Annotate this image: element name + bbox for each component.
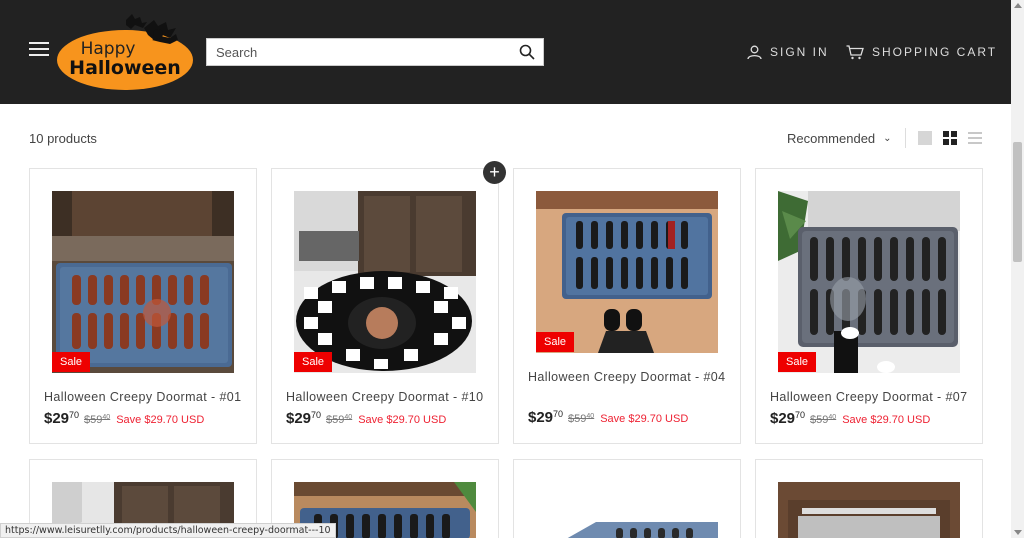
site-header: Happy Halloween SIGN IN SHOPPING CART: [0, 0, 1011, 104]
product-title[interactable]: Halloween Creepy Doormat - #04: [528, 368, 728, 386]
product-price: $2970: [286, 410, 322, 427]
save-amount: Save $29.70 USD: [358, 414, 447, 426]
product-card[interactable]: Sale Halloween Creepy Doormat - #04 $297…: [513, 168, 741, 444]
sale-badge: Sale: [536, 332, 575, 352]
product-price: $2970: [44, 410, 80, 427]
quick-add-button[interactable]: +: [483, 161, 506, 184]
product-image[interactable]: [294, 191, 476, 373]
price-row: $2970 $5940 Save $29.70 USD: [528, 409, 688, 426]
compare-at-price: $5940: [810, 414, 837, 426]
product-card[interactable]: Sale Halloween Creepy Doormat - #01 $297…: [29, 168, 257, 444]
scroll-thumb[interactable]: [1013, 142, 1022, 262]
sign-in-link[interactable]: SIGN IN: [747, 43, 829, 61]
sort-select[interactable]: Recommended ⌄: [787, 131, 892, 146]
link-status-bar: https://www.leisuretlly.com/products/hal…: [0, 523, 336, 538]
sort-value: Recommended: [787, 131, 876, 146]
product-price: $2970: [770, 410, 806, 427]
user-icon: [747, 45, 762, 59]
product-count: 10 products: [29, 131, 97, 146]
search-input[interactable]: [207, 39, 497, 65]
search-bar: [206, 38, 544, 66]
sale-badge: Sale: [778, 352, 817, 372]
price-row: $2970 $5940 Save $29.70 USD: [770, 410, 930, 427]
single-view-icon[interactable]: [918, 131, 932, 145]
product-image[interactable]: [778, 482, 960, 538]
product-title[interactable]: Halloween Creepy Doormat - #01: [44, 388, 244, 406]
scroll-down-arrow-icon[interactable]: [1014, 530, 1022, 535]
product-card[interactable]: [513, 459, 741, 538]
product-card[interactable]: Sale Halloween Creepy Doormat - #07 $297…: [755, 168, 983, 444]
scroll-up-arrow-icon[interactable]: [1014, 3, 1022, 8]
product-image[interactable]: [536, 482, 718, 538]
cart-label: SHOPPING CART: [872, 45, 998, 59]
divider: [905, 128, 906, 148]
product-title[interactable]: Halloween Creepy Doormat - #07: [770, 388, 970, 406]
logo-line-2: Halloween: [69, 57, 181, 79]
cart-icon: [846, 44, 864, 59]
price-row: $2970 $5940 Save $29.70 USD: [44, 410, 204, 427]
shopping-cart-link[interactable]: SHOPPING CART: [846, 43, 997, 61]
product-image[interactable]: [52, 191, 234, 373]
save-amount: Save $29.70 USD: [116, 414, 205, 426]
logo-text: Happy Halloween: [56, 40, 194, 78]
compare-at-price: $5940: [326, 414, 353, 426]
product-image[interactable]: [536, 191, 718, 353]
product-card[interactable]: [755, 459, 983, 538]
product-image[interactable]: [778, 191, 960, 373]
vertical-scrollbar[interactable]: [1011, 0, 1024, 538]
product-card[interactable]: Sale Halloween Creepy Doormat - #10 $297…: [271, 168, 499, 444]
price-row: $2970 $5940 Save $29.70 USD: [286, 410, 446, 427]
grid-view-icon[interactable]: [943, 131, 957, 145]
compare-at-price: $5940: [84, 414, 111, 426]
save-amount: Save $29.70 USD: [600, 413, 689, 425]
chevron-down-icon: ⌄: [883, 133, 892, 144]
product-price: $2970: [528, 409, 564, 426]
store-logo[interactable]: Happy Halloween: [56, 10, 198, 92]
search-icon[interactable]: [519, 44, 535, 60]
sale-badge: Sale: [52, 352, 91, 372]
sale-badge: Sale: [294, 352, 333, 372]
product-title[interactable]: Halloween Creepy Doormat - #10: [286, 388, 486, 406]
save-amount: Save $29.70 USD: [842, 414, 931, 426]
compare-at-price: $5940: [568, 413, 595, 425]
list-view-icon[interactable]: [968, 131, 982, 145]
sign-in-label: SIGN IN: [770, 45, 829, 59]
